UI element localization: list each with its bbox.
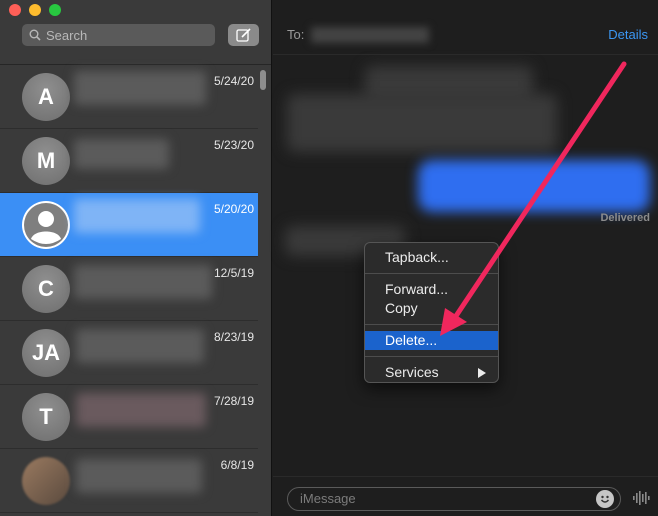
conversation-date: 6/8/19 bbox=[220, 458, 254, 472]
redacted-recipient bbox=[311, 27, 429, 43]
conversation-date: 7/28/19 bbox=[213, 394, 254, 408]
audio-waveform-icon[interactable] bbox=[632, 490, 650, 506]
menu-item-services-label: Services bbox=[385, 364, 439, 380]
messages-app-window: Search A 5/24/20 M 5/23/20 5/20/20 C 12/… bbox=[0, 0, 658, 516]
conversation-date: 5/23/20 bbox=[213, 138, 254, 152]
redacted-preview bbox=[76, 459, 202, 493]
conversation-header: To: Details bbox=[273, 0, 658, 55]
close-window-button[interactable] bbox=[9, 4, 21, 16]
menu-item-delete[interactable]: Delete... bbox=[365, 331, 498, 350]
details-button[interactable]: Details bbox=[608, 27, 648, 42]
to-label: To: bbox=[287, 27, 305, 42]
context-menu: Tapback... Forward... Copy Delete... Ser… bbox=[364, 242, 499, 383]
redacted-preview bbox=[74, 71, 206, 105]
sent-message-bubble[interactable] bbox=[418, 160, 650, 212]
avatar bbox=[22, 201, 70, 249]
conversation-item[interactable]: M 5/23/20 bbox=[0, 129, 258, 193]
avatar: A bbox=[22, 73, 70, 121]
menu-divider bbox=[365, 324, 498, 325]
conversation-date: 8/23/19 bbox=[213, 330, 254, 344]
search-icon bbox=[29, 29, 41, 41]
imessage-input[interactable]: iMessage bbox=[287, 487, 621, 511]
conversation-list: A 5/24/20 M 5/23/20 5/20/20 C 12/5/19 JA… bbox=[0, 65, 258, 513]
avatar: M bbox=[22, 137, 70, 185]
conversation-date: 5/24/20 bbox=[213, 74, 254, 88]
menu-item-copy[interactable]: Copy bbox=[365, 299, 498, 318]
menu-item-services[interactable]: Services bbox=[365, 363, 498, 382]
emoji-button[interactable] bbox=[596, 490, 614, 508]
menu-divider bbox=[365, 273, 498, 274]
redacted-preview bbox=[74, 139, 169, 169]
conversation-item[interactable]: JA 8/23/19 bbox=[0, 321, 258, 385]
minimize-window-button[interactable] bbox=[29, 4, 41, 16]
maximize-window-button[interactable] bbox=[49, 4, 61, 16]
conversation-item-selected[interactable]: 5/20/20 bbox=[0, 193, 258, 257]
compose-icon bbox=[235, 28, 251, 42]
avatar: T bbox=[22, 393, 70, 441]
avatar: C bbox=[22, 265, 70, 313]
window-controls bbox=[9, 4, 61, 16]
conversation-date: 12/5/19 bbox=[213, 266, 254, 280]
redacted-preview bbox=[76, 393, 206, 427]
conversation-item[interactable]: 6/8/19 bbox=[0, 449, 258, 513]
person-silhouette-icon bbox=[24, 203, 68, 247]
conversation-item[interactable]: A 5/24/20 bbox=[0, 65, 258, 129]
sidebar-scrollbar[interactable] bbox=[260, 70, 266, 90]
chevron-right-icon bbox=[478, 368, 486, 378]
composer-bar: iMessage bbox=[273, 476, 658, 516]
conversation-item[interactable]: T 7/28/19 bbox=[0, 385, 258, 449]
sidebar: Search A 5/24/20 M 5/23/20 5/20/20 C 12/… bbox=[0, 0, 272, 516]
menu-divider bbox=[365, 356, 498, 357]
delivered-status: Delivered bbox=[600, 212, 650, 224]
redacted-preview bbox=[76, 329, 204, 363]
imessage-placeholder: iMessage bbox=[300, 491, 356, 506]
menu-item-tapback[interactable]: Tapback... bbox=[365, 248, 498, 267]
emoji-icon bbox=[600, 495, 610, 503]
avatar bbox=[22, 457, 70, 505]
redacted-preview bbox=[74, 265, 212, 299]
conversation-date: 5/20/20 bbox=[213, 202, 254, 216]
redacted-preview bbox=[74, 199, 200, 233]
search-placeholder: Search bbox=[46, 27, 88, 43]
search-input[interactable]: Search bbox=[22, 24, 215, 46]
compose-button[interactable] bbox=[228, 24, 259, 46]
avatar: JA bbox=[22, 329, 70, 377]
menu-item-forward[interactable]: Forward... bbox=[365, 280, 498, 299]
received-message-bubble[interactable] bbox=[287, 94, 557, 152]
conversation-item[interactable]: C 12/5/19 bbox=[0, 257, 258, 321]
